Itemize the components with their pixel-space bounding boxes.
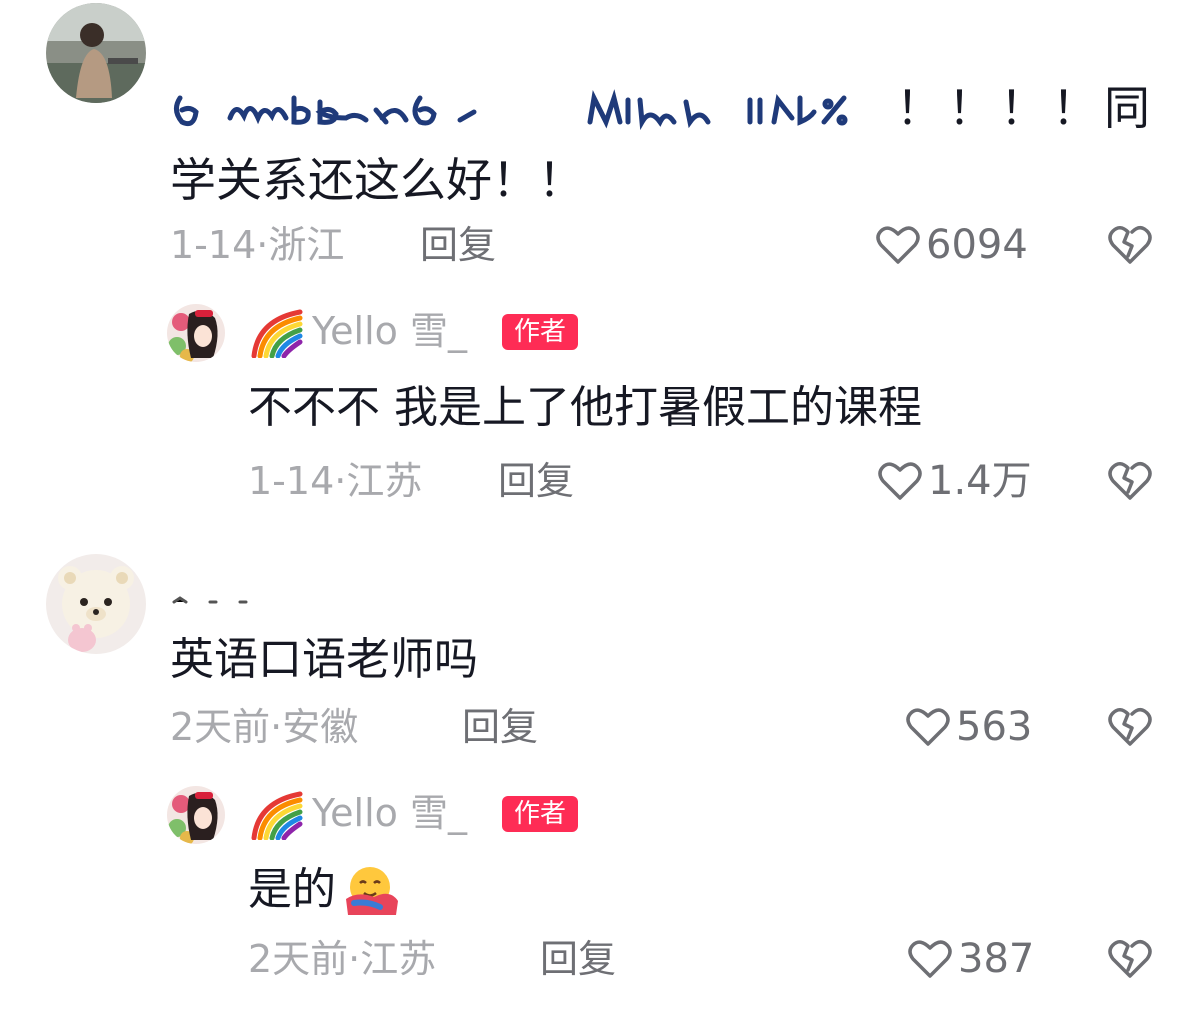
heart-outline-icon	[906, 708, 950, 746]
dislike-button[interactable]	[1108, 938, 1152, 984]
redacted-scribble	[174, 89, 848, 131]
author-avatar[interactable]	[167, 786, 225, 844]
dislike-button[interactable]	[1108, 460, 1152, 506]
author-username[interactable]: Yello 雪_	[312, 306, 467, 356]
like-button[interactable]: 387	[908, 934, 1034, 984]
author-username[interactable]: Yello 雪_	[312, 788, 467, 838]
commenter-avatar[interactable]	[46, 554, 146, 654]
like-button[interactable]: 1.4万	[878, 456, 1032, 506]
rainbow-emoji-icon	[251, 791, 303, 840]
broken-heart-icon	[1108, 708, 1152, 746]
author-badge: 作者	[502, 314, 579, 350]
broken-heart-icon	[1108, 226, 1152, 264]
reply-text: 是的	[248, 864, 336, 915]
author-avatar[interactable]	[167, 304, 225, 362]
reply-button[interactable]: 回复	[462, 702, 538, 752]
heart-outline-icon	[878, 462, 922, 500]
comment-text-line2: 学关系还这么好！！	[170, 153, 584, 207]
redacted-scribble	[172, 596, 248, 604]
dislike-button[interactable]	[1108, 224, 1152, 270]
like-button[interactable]: 6094	[876, 220, 1028, 270]
dislike-button[interactable]	[1108, 706, 1152, 752]
comment-meta: 2天前·安徽	[170, 705, 359, 749]
author-badge: 作者	[502, 796, 579, 832]
like-count: 6094	[926, 222, 1028, 268]
reply-meta: 1-14·江苏	[248, 459, 423, 503]
like-button[interactable]: 563	[906, 702, 1032, 752]
hug-emoji-icon	[346, 867, 398, 915]
reply-meta: 2天前·江苏	[248, 937, 437, 981]
like-count: 387	[958, 936, 1035, 982]
comment-text: 英语口语老师吗	[170, 634, 478, 685]
heart-outline-icon	[908, 940, 952, 978]
commenter-avatar[interactable]	[46, 3, 146, 103]
like-count: 563	[956, 704, 1033, 750]
comment-meta: 1-14·浙江	[170, 223, 345, 267]
reply-button[interactable]: 回复	[420, 220, 496, 270]
like-count: 1.4万	[928, 458, 1032, 504]
heart-outline-icon	[876, 226, 920, 264]
reply-text: 不不不 我是上了他打暑假工的课程	[248, 382, 922, 433]
rainbow-emoji-icon	[251, 309, 303, 358]
broken-heart-icon	[1108, 940, 1152, 978]
reply-button[interactable]: 回复	[498, 456, 574, 506]
reply-button[interactable]: 回复	[540, 934, 616, 984]
broken-heart-icon	[1108, 462, 1152, 500]
reply-text-row: 是的	[248, 860, 402, 920]
comment-text-line1: ！！！！同	[896, 81, 1156, 135]
